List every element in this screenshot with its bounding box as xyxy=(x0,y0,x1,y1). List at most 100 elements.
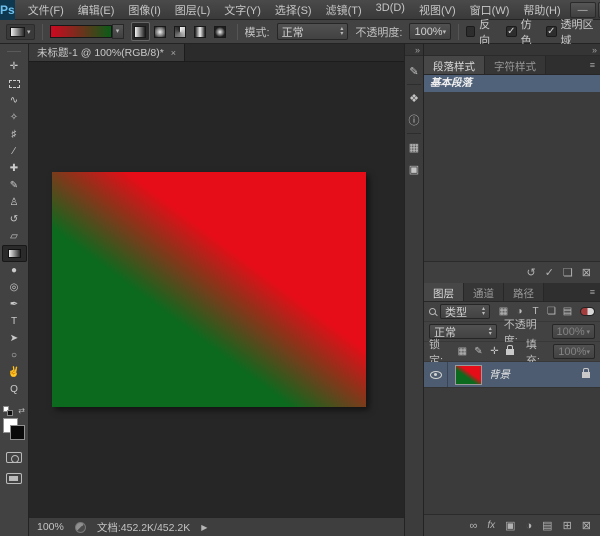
eraser-tool[interactable]: ▱ xyxy=(2,228,27,245)
clone-stamp-tool[interactable]: ♙ xyxy=(2,194,27,211)
default-colors-icon[interactable] xyxy=(3,406,13,416)
ellipse-shape-tool[interactable]: ○ xyxy=(2,347,27,364)
tool-preset-picker[interactable]: ▾ xyxy=(6,24,35,40)
path-selection-tool[interactable]: ➤ xyxy=(2,330,27,347)
checkbox-checked[interactable]: ✓透明区域 xyxy=(546,16,594,48)
rectangular-marquee-tool[interactable] xyxy=(2,75,27,92)
visibility-toggle[interactable] xyxy=(424,362,448,387)
blend-mode-value: 正常 xyxy=(282,24,304,40)
canvas-pasteboard[interactable] xyxy=(29,62,404,517)
swap-colors-icon[interactable]: ⇄ xyxy=(18,406,25,416)
zoom-tool[interactable]: Q xyxy=(2,381,27,398)
menu-item[interactable]: 文字(Y) xyxy=(217,0,268,21)
layer-row[interactable]: 背景 xyxy=(424,362,600,388)
add-layer-mask-icon[interactable]: ▣ xyxy=(505,519,515,532)
close-tab-icon[interactable]: × xyxy=(171,48,176,58)
filter-smart-object-icon[interactable]: ▤ xyxy=(560,306,575,317)
gradient-preview[interactable] xyxy=(50,25,112,38)
tab-paragraph-styles[interactable]: 段落样式 xyxy=(424,56,485,74)
delete-layer-icon[interactable]: ⊠ xyxy=(582,519,591,532)
menu-item[interactable]: 文件(F) xyxy=(21,0,71,21)
new-style-icon[interactable]: ❏ xyxy=(563,266,573,279)
eyedropper-tool[interactable]: ∕ xyxy=(2,143,27,160)
info-panel-icon[interactable]: ⓘ xyxy=(405,109,423,131)
menu-item[interactable]: 滤镜(T) xyxy=(319,0,369,21)
checkbox-icon[interactable]: ✓ xyxy=(506,26,516,37)
screen-mode-button[interactable] xyxy=(6,473,22,484)
move-tool[interactable]: ✛ xyxy=(2,58,27,75)
document-size-info: 文档:452.2K/452.2K xyxy=(97,520,190,535)
panel-grip[interactable] xyxy=(7,51,21,53)
pen-tool[interactable]: ✒ xyxy=(2,296,27,313)
redefine-style-icon[interactable]: ✓ xyxy=(545,266,554,279)
filter-toggle-switch[interactable] xyxy=(580,307,595,316)
character-panel-icon[interactable]: ▦ xyxy=(405,136,423,158)
quick-selection-tool[interactable]: ✧ xyxy=(2,109,27,126)
menu-item[interactable]: 3D(D) xyxy=(369,0,412,21)
gradient-linear-button[interactable] xyxy=(131,22,150,41)
panel-menu-icon[interactable]: ≡ xyxy=(590,283,600,301)
delete-style-icon[interactable]: ⊠ xyxy=(582,266,591,279)
layer-name[interactable]: 背景 xyxy=(489,367,510,382)
tab-paths[interactable]: 路径 xyxy=(504,283,544,301)
background-color-swatch[interactable] xyxy=(10,425,25,440)
dodge-tool[interactable]: ◎ xyxy=(2,279,27,296)
blend-mode-select[interactable]: 正常 ▴▾ xyxy=(277,23,349,40)
crop-tool[interactable]: ♯ xyxy=(2,126,27,143)
menu-item[interactable]: 视图(V) xyxy=(412,0,463,21)
lock-pixels-icon[interactable]: ✎ xyxy=(472,346,484,357)
style-list-item[interactable]: 基本段落 xyxy=(424,75,600,92)
clone-source-panel-icon[interactable]: ❖ xyxy=(405,87,423,109)
adjustment-layer-icon[interactable]: ◑ xyxy=(526,520,533,532)
document-tab[interactable]: 未标题-1 @ 100%(RGB/8)* × xyxy=(29,44,185,61)
layer-opacity-select[interactable]: 100% ▾ xyxy=(552,324,596,339)
gradient-diamond-button[interactable] xyxy=(211,22,230,41)
new-group-icon[interactable]: ▤ xyxy=(542,519,552,532)
menu-item[interactable]: 编辑(E) xyxy=(71,0,122,21)
new-layer-icon[interactable]: ⊞ xyxy=(563,519,572,532)
gradient-radial-button[interactable] xyxy=(151,22,170,41)
type-tool[interactable]: T xyxy=(2,313,27,330)
status-circle-icon[interactable] xyxy=(75,522,86,533)
menu-item[interactable]: 选择(S) xyxy=(268,0,319,21)
lock-transparent-icon[interactable]: ▦ xyxy=(456,346,468,357)
filter-kind-select[interactable]: 类型 ▴▾ xyxy=(440,304,490,319)
collapse-panels-icon[interactable]: » xyxy=(592,45,597,55)
menu-item[interactable]: 图像(I) xyxy=(121,0,167,21)
layer-effects-icon[interactable]: fx xyxy=(487,520,495,531)
status-options-arrow[interactable]: ▶ xyxy=(201,523,207,532)
history-brush-tool[interactable]: ↺ xyxy=(2,211,27,228)
layer-comps-panel-icon[interactable]: ▣ xyxy=(405,158,423,180)
gradient-angle-button[interactable] xyxy=(171,22,190,41)
clear-overrides-icon[interactable]: ↺ xyxy=(526,266,535,279)
tab-channels[interactable]: 通道 xyxy=(464,283,504,301)
gradient-tool[interactable] xyxy=(2,245,27,262)
lasso-tool[interactable]: ∿ xyxy=(2,92,27,109)
layer-thumbnail[interactable] xyxy=(455,365,482,385)
link-layers-icon[interactable]: ∞ xyxy=(469,520,477,532)
panel-menu-icon[interactable]: ≡ xyxy=(590,56,600,74)
checkbox-checked[interactable]: ✓仿色 xyxy=(506,16,536,48)
tab-character-styles[interactable]: 字符样式 xyxy=(485,56,546,74)
lock-position-icon[interactable]: ✛ xyxy=(488,346,500,357)
checkbox-icon[interactable]: ✓ xyxy=(546,26,556,37)
tab-layers[interactable]: 图层 xyxy=(424,283,464,301)
spot-healing-brush-tool[interactable]: ✚ xyxy=(2,160,27,177)
gradient-editor[interactable]: ▾ xyxy=(50,24,124,39)
brush-tool[interactable]: ✎ xyxy=(2,177,27,194)
fill-select[interactable]: 100% ▾ xyxy=(553,344,595,359)
zoom-level[interactable]: 100% xyxy=(37,521,64,533)
checkbox-icon[interactable] xyxy=(466,26,475,37)
opacity-select[interactable]: 100% ▾ xyxy=(409,23,451,40)
expand-panels-icon[interactable]: » xyxy=(415,45,420,55)
lock-all-icon[interactable] xyxy=(506,349,513,355)
gradient-picker-arrow[interactable]: ▾ xyxy=(112,24,124,39)
canvas-image[interactable] xyxy=(52,172,366,407)
blur-tool[interactable]: ● xyxy=(2,262,27,279)
gradient-reflected-button[interactable] xyxy=(191,22,210,41)
hand-tool[interactable]: ✌ xyxy=(2,364,27,381)
quick-mask-button[interactable] xyxy=(6,452,22,463)
checkbox-unchecked[interactable]: 反向 xyxy=(466,16,496,48)
menu-item[interactable]: 图层(L) xyxy=(168,0,217,21)
brush-panel-icon[interactable]: ✎ xyxy=(405,60,423,82)
